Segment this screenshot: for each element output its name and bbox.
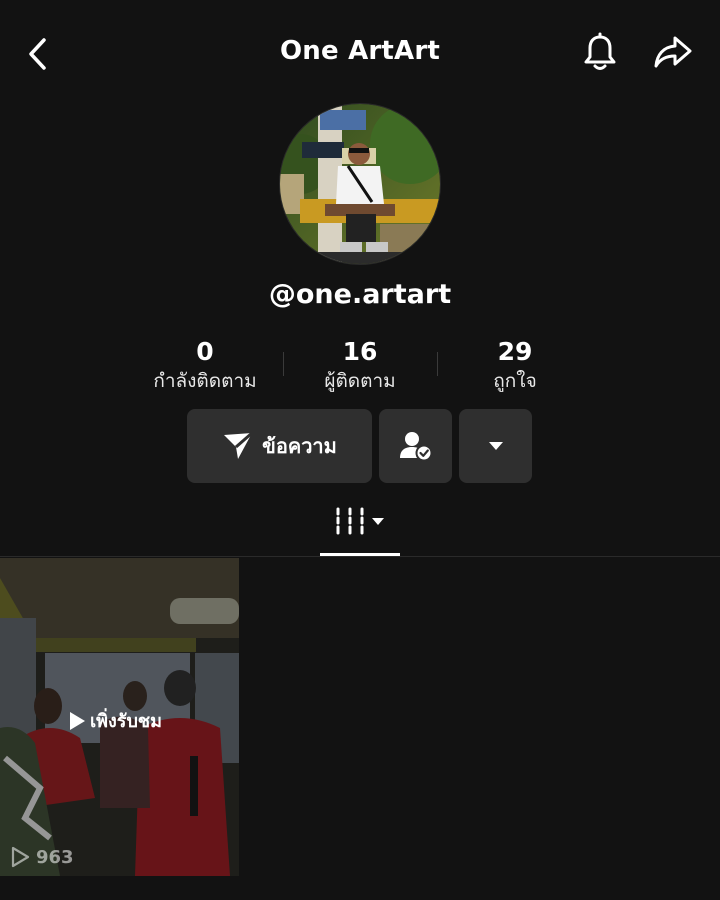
profile-photo (280, 104, 440, 264)
more-options-button[interactable] (459, 409, 532, 483)
play-outline-icon (11, 846, 30, 868)
avatar[interactable] (279, 103, 441, 265)
followers-count: 16 (342, 337, 378, 366)
send-icon (224, 431, 254, 459)
message-button[interactable]: ข้อความ (187, 409, 372, 483)
recently-watched-label: เพิ่งรับชม (90, 711, 162, 732)
tab-videos[interactable] (320, 496, 400, 556)
friend-status-button[interactable] (379, 409, 452, 483)
share-arrow-icon (654, 36, 692, 68)
grid-bars-icon (336, 507, 384, 535)
notification-button[interactable] (578, 30, 622, 74)
likes-label: ถูกใจ (493, 370, 537, 392)
share-button[interactable] (650, 30, 696, 74)
play-icon (70, 711, 85, 730)
profile-stats: 0 กำลังติดตาม 16 ผู้ติดตาม 29 ถูกใจ (128, 336, 592, 400)
likes-count: 29 (497, 337, 533, 366)
caret-down-icon (488, 442, 503, 450)
view-count-value: 963 (36, 846, 74, 868)
recently-watched-badge: เพิ่งรับชม (68, 706, 162, 735)
stat-following[interactable]: 0 กำลังติดตาม (128, 336, 282, 394)
bell-icon (584, 32, 616, 70)
view-count: 963 (10, 846, 74, 868)
stat-followers[interactable]: 16 ผู้ติดตาม (283, 336, 437, 394)
following-count: 0 (196, 337, 214, 366)
username: @one.artart (268, 279, 452, 310)
user-check-icon (399, 432, 432, 462)
following-label: กำลังติดตาม (153, 370, 257, 392)
top-bar: One ArtArt (0, 0, 720, 106)
video-thumbnail[interactable]: เพิ่งรับชม 963 (0, 558, 239, 876)
followers-label: ผู้ติดตาม (324, 370, 396, 392)
message-button-label: ข้อความ (262, 434, 337, 458)
divider (0, 556, 720, 557)
stat-likes[interactable]: 29 ถูกใจ (438, 336, 592, 394)
